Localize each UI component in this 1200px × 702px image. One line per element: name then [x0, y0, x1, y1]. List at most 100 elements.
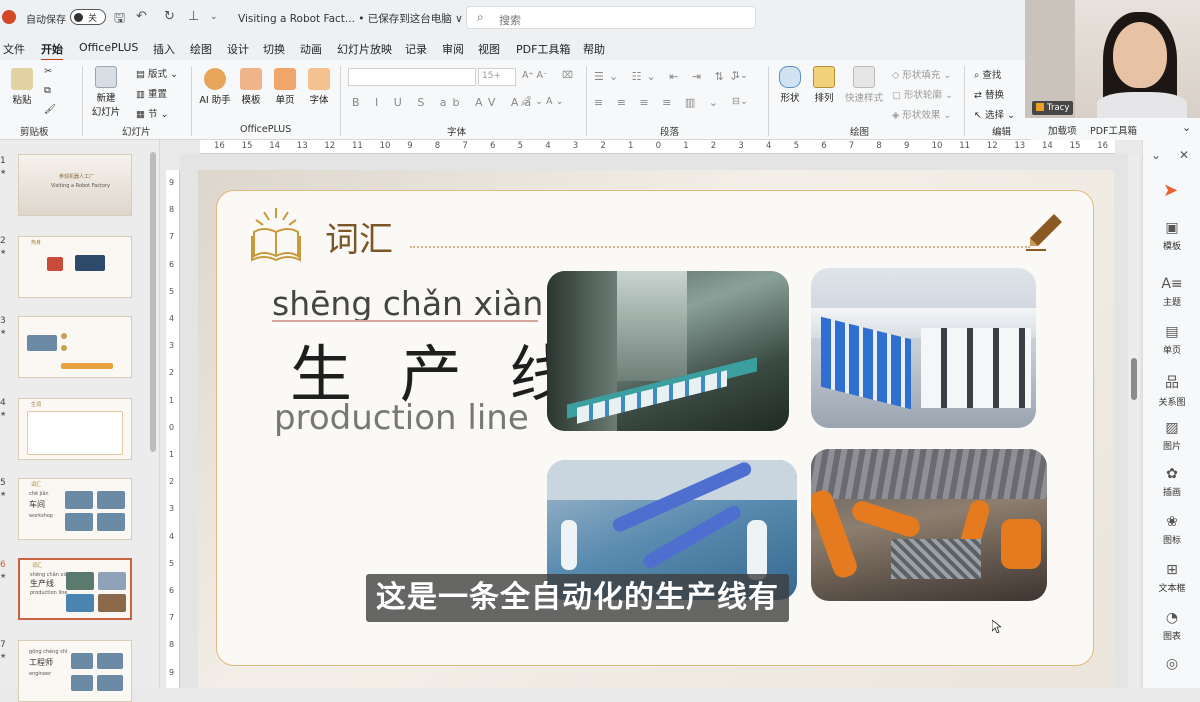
format-painter-icon[interactable]: 🖌: [44, 104, 56, 115]
thumb-title: 参观机器人工厂: [59, 174, 95, 180]
panel-theme[interactable]: A≡ 主题: [1143, 276, 1200, 308]
save-icon[interactable]: 🖫: [114, 9, 125, 31]
ai-helper-button[interactable]: AI 助手: [198, 68, 232, 106]
panel-more[interactable]: ◎: [1143, 656, 1200, 675]
list-controls[interactable]: ☰⌄ ☷⌄ ⇤ ⇥ ⇅⌄: [594, 70, 743, 83]
shape-effect-button[interactable]: ◈ 形状效果 ⌄: [892, 107, 951, 121]
font-tool-label: 字体: [309, 95, 329, 106]
panel-template[interactable]: ▣ 模板: [1143, 220, 1200, 252]
picture-icon: ▨: [1165, 420, 1179, 436]
text-format-row[interactable]: B I U S ab AV Aa: [352, 96, 537, 109]
tab-file[interactable]: 文件: [3, 41, 25, 57]
template-button[interactable]: 模板: [238, 68, 264, 106]
panel-single-page[interactable]: ▤ 单页: [1143, 324, 1200, 356]
ruler-tick-label: 14: [269, 141, 281, 151]
thumb-image: [66, 594, 94, 612]
slide-thumbnail[interactable]: 参观机器人工厂 Visiting a Robot Factory: [18, 154, 132, 216]
copy-icon[interactable]: ⧉: [44, 85, 51, 96]
tab-view[interactable]: 视图: [478, 41, 500, 57]
section-button[interactable]: ▦ 节 ⌄: [136, 106, 169, 120]
scrollbar-thumb[interactable]: [1131, 358, 1137, 400]
section-title[interactable]: 词汇: [325, 212, 393, 261]
panel-collapse-icon[interactable]: ⌄: [1151, 148, 1161, 162]
thumbnail-scrollbar[interactable]: [150, 152, 156, 452]
panel-picture[interactable]: ▨ 图片: [1143, 420, 1200, 452]
present-icon[interactable]: ⊥: [188, 9, 199, 24]
slide-thumbnail-active[interactable]: 词汇 shēng chǎn xiàn 生产线 production line: [18, 558, 132, 620]
slide-thumbnail[interactable]: [18, 316, 132, 378]
panel-close-icon[interactable]: ✕: [1179, 148, 1189, 162]
document-title[interactable]: Visiting a Robot Fact... • 已保存到这台电脑 ∨: [238, 11, 463, 26]
tab-home[interactable]: 开始: [41, 41, 63, 61]
ruler-tick-label: 7: [169, 232, 175, 242]
panel-illustration[interactable]: ✿ 插画: [1143, 466, 1200, 498]
paste-button[interactable]: 粘贴: [8, 68, 36, 106]
tab-record[interactable]: 记录: [405, 41, 427, 57]
ribbon-collapse-icon[interactable]: ⌄: [1182, 121, 1191, 134]
pinyin-text[interactable]: shēng chǎn xiàn: [272, 284, 543, 323]
production-line-photo-robot-arms[interactable]: [811, 449, 1047, 601]
tab-insert[interactable]: 插入: [153, 41, 175, 57]
production-line-photo-workshop[interactable]: [811, 268, 1036, 428]
shape-fill-button[interactable]: ◇ 形状填充 ⌄: [892, 67, 951, 81]
panel-chart[interactable]: ◔ 图表: [1143, 610, 1200, 642]
search-input[interactable]: ⌕ 搜索: [466, 6, 756, 29]
quick-style-button[interactable]: 快速样式: [842, 66, 886, 104]
tab-transitions[interactable]: 切换: [263, 41, 285, 57]
section-label: 节: [148, 109, 158, 120]
slide-thumbnail[interactable]: 热身: [18, 236, 132, 298]
panel-textbox[interactable]: ⊞ 文本框: [1143, 562, 1200, 594]
group-pdf-toolbox[interactable]: PDF工具箱: [1090, 123, 1137, 137]
tab-help[interactable]: 帮助: [583, 41, 605, 57]
replace-button[interactable]: ⇄ 替换: [974, 87, 1004, 101]
slide-thumbnail[interactable]: 生词: [18, 398, 132, 460]
single-page-button[interactable]: 单页: [272, 68, 298, 106]
customize-toolbar-icon[interactable]: ⌄: [210, 12, 218, 22]
group-addins[interactable]: 加载项: [1048, 123, 1077, 137]
tab-review[interactable]: 审阅: [442, 41, 464, 57]
undo-icon[interactable]: ↶: [136, 9, 147, 24]
tab-slideshow[interactable]: 幻灯片放映: [337, 41, 392, 57]
panel-diagram[interactable]: 品关系图: [1143, 372, 1200, 408]
tab-draw[interactable]: 绘图: [190, 41, 212, 57]
panel-icons[interactable]: ❀ 图标: [1143, 514, 1200, 546]
tab-pdf-toolbox[interactable]: PDF工具箱: [516, 41, 570, 57]
production-line-photo-bottling[interactable]: [547, 271, 789, 431]
shape-outline-button[interactable]: ▢ 形状轮廓 ⌄: [892, 87, 953, 101]
text-direction-icon[interactable]: ⇅⌄: [732, 70, 748, 81]
reset-button[interactable]: ▥ 重置: [136, 86, 167, 100]
canvas-scrollbar[interactable]: [1128, 154, 1140, 688]
increase-font-icon[interactable]: A⁺ A⁻: [522, 70, 548, 81]
tab-officeplus[interactable]: OfficePLUS: [79, 41, 138, 54]
layout-label: 版式: [148, 69, 168, 80]
layout-button[interactable]: ▤ 版式 ⌄: [136, 66, 178, 80]
find-button[interactable]: ⌕ 查找: [974, 67, 1001, 81]
font-size-input[interactable]: 15+: [478, 68, 516, 86]
select-button[interactable]: ↖ 选择 ⌄: [974, 107, 1015, 121]
highlight-icon[interactable]: 🖍 ⌄ A ⌄: [520, 96, 564, 107]
tab-animations[interactable]: 动画: [300, 41, 322, 57]
english-text[interactable]: production line: [274, 398, 529, 438]
redo-icon[interactable]: ↻: [164, 9, 175, 24]
slide-thumbnail[interactable]: 词汇 chē jiān 车间 workshop: [18, 478, 132, 540]
shapes-button[interactable]: 形状: [776, 66, 804, 104]
ruler-tick-label: 14: [1042, 141, 1053, 151]
clear-format-icon[interactable]: ⌧: [562, 70, 573, 81]
ruler-tick-label: 11: [959, 141, 971, 151]
cut-icon[interactable]: ✂: [44, 66, 52, 77]
font-tool-button[interactable]: 字体: [306, 68, 332, 106]
animation-star-icon: ★: [0, 410, 7, 418]
new-slide-button[interactable]: 新建 幻灯片: [88, 66, 124, 118]
font-family-input[interactable]: [348, 68, 476, 86]
autosave-toggle[interactable]: 关: [70, 9, 106, 25]
slide-thumbnail[interactable]: gōng chéng shī 工程师 engineer: [18, 640, 132, 702]
panel-textbox-label: 文本框: [1158, 584, 1186, 594]
animation-star-icon: ★: [0, 490, 7, 498]
animation-star-icon: ★: [0, 248, 7, 256]
align-text-icon[interactable]: ⊟⌄: [732, 96, 748, 107]
align-controls[interactable]: ≡ ≡ ≡ ≡ ▥ ⌄: [594, 96, 723, 109]
ruler-tick-label: 1: [683, 141, 689, 151]
tab-design[interactable]: 设计: [227, 41, 249, 57]
photo-ceiling-shape: [811, 449, 1047, 499]
arrange-button[interactable]: 排列: [810, 66, 838, 104]
